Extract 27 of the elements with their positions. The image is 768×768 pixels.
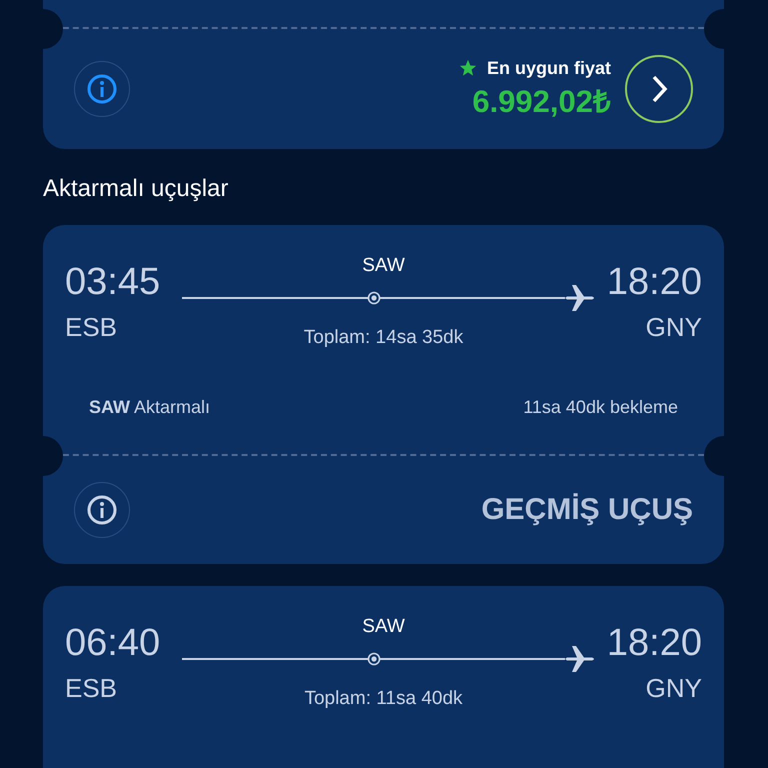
arrival-airport: GNY [644,312,702,343]
departure-time: 06:40 [65,622,160,665]
departure-airport: ESB [65,673,118,704]
stop-airport: SAW [362,255,405,277]
stop-dot-icon [366,652,380,666]
status-label: GEÇMİŞ UÇUŞ [481,493,693,527]
layover-info: SAW Aktarmalı [89,397,210,418]
stop-dot-icon [366,291,380,305]
price: 6.992,02₺ [472,82,611,120]
section-title: Aktarmalı uçuşlar [43,175,230,203]
departure-airport: ESB [65,312,118,343]
wait-time: 11sa 40dk bekleme [523,397,678,418]
airplane-icon [564,644,597,674]
arrival-time: 18:20 [606,622,702,665]
arrival-time: 18:20 [606,261,702,304]
next-button[interactable] [625,55,693,123]
arrival-airport: GNY [644,673,702,704]
star-icon [458,59,477,77]
best-price-label: En uygun fiyat [486,58,611,78]
total-duration: Toplam: 14sa 35dk [304,327,464,349]
stop-airport: SAW [362,616,405,638]
info-icon [85,72,119,106]
total-duration: Toplam: 11sa 40dk [304,688,463,710]
departure-time: 03:45 [65,261,160,304]
airplane-icon [564,283,597,313]
info-button[interactable] [74,61,130,117]
info-button[interactable] [74,482,130,538]
